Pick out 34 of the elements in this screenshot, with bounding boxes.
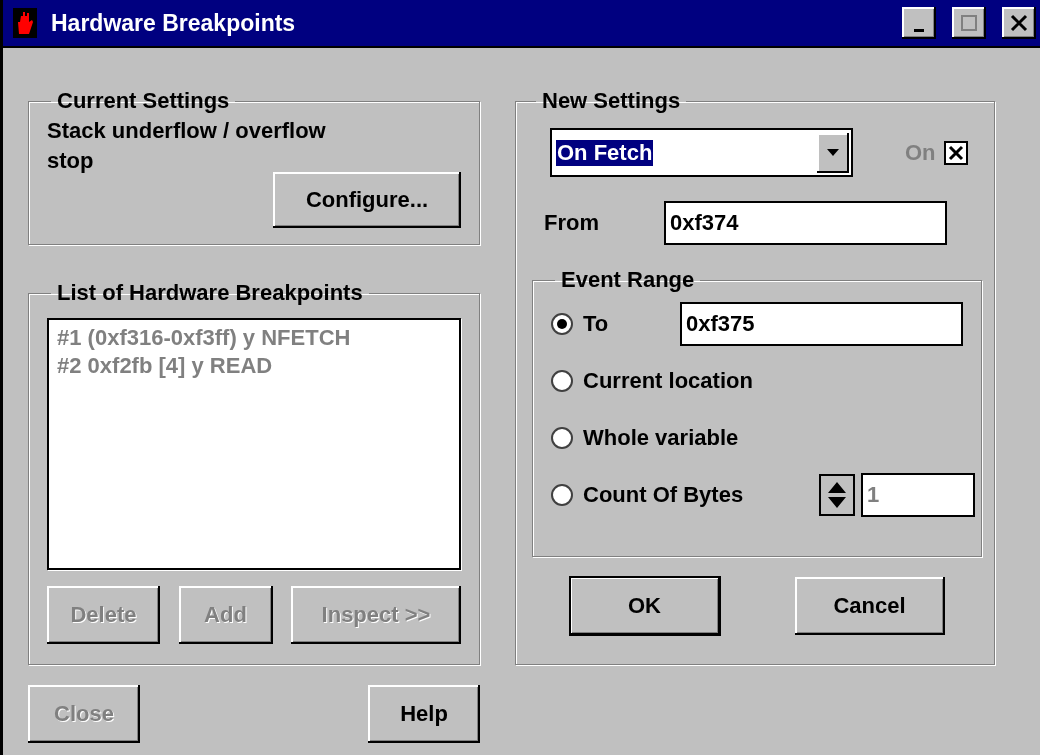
cross-icon xyxy=(947,144,964,161)
dialog-button[interactable]: Cancel xyxy=(794,577,945,635)
dropdown-value: On Fetch xyxy=(556,139,654,166)
group-title: Current Settings xyxy=(56,88,231,114)
from-field[interactable]: 0xf374 xyxy=(664,201,947,245)
option-label: To xyxy=(583,310,610,337)
to-field[interactable]: 0xf375 xyxy=(680,301,963,346)
group-title: New Settings xyxy=(541,88,682,114)
minimize-button[interactable] xyxy=(902,7,936,39)
radio-button[interactable] xyxy=(551,426,573,449)
maximize-icon xyxy=(960,14,978,32)
close-icon xyxy=(1010,14,1028,32)
caret-icon xyxy=(827,148,839,157)
close-button[interactable] xyxy=(1002,7,1036,39)
radio-button[interactable] xyxy=(551,312,573,335)
group-title: Event Range xyxy=(560,267,696,293)
checkbox-label: On xyxy=(905,139,936,166)
radio-button[interactable] xyxy=(551,369,573,392)
option-label: Whole variable xyxy=(583,424,739,451)
minimize-icon xyxy=(914,28,924,32)
settings-description: Stack underflow / overflow stop xyxy=(47,117,327,175)
dropdown-button[interactable] xyxy=(817,132,849,173)
window-title: Hardware Breakpoints xyxy=(51,9,297,37)
hand-icon xyxy=(13,8,37,38)
maximize-button[interactable] xyxy=(952,7,986,39)
configure-button[interactable]: Configure... xyxy=(273,172,461,228)
dialog-button[interactable]: OK xyxy=(569,577,720,635)
from-label: From xyxy=(544,210,600,236)
option-label: Current location xyxy=(583,367,753,394)
option-label: Count Of Bytes xyxy=(583,481,744,508)
trigger-dropdown[interactable]: On Fetch xyxy=(550,128,853,177)
spin-button[interactable] xyxy=(819,473,855,516)
group-title: List of Hardware Breakpoints xyxy=(56,280,364,306)
footer-button[interactable]: Help xyxy=(368,685,480,743)
